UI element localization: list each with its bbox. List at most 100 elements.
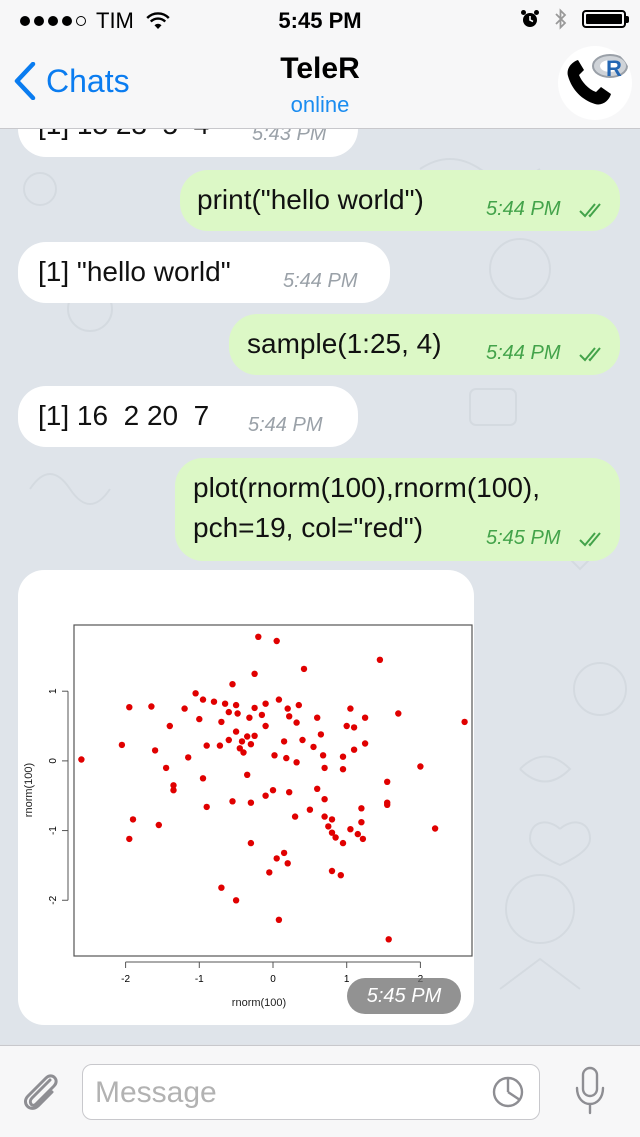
microphone-icon[interactable] <box>574 1066 606 1116</box>
chat-title[interactable]: TeleR <box>0 52 640 86</box>
scatter-point <box>385 936 392 943</box>
scatter-point <box>251 704 258 712</box>
chat-header: Chats TeleR online R <box>0 40 640 129</box>
outgoing-message[interactable]: print("hello world") 5:44 PM <box>180 170 620 231</box>
scatter-point <box>310 743 317 751</box>
scatter-point <box>295 701 302 709</box>
message-composer <box>0 1045 640 1137</box>
scatter-point <box>229 681 236 688</box>
chat-status: online <box>290 92 350 117</box>
scatter-point <box>232 728 240 735</box>
scatter-point <box>350 724 358 731</box>
message-field[interactable] <box>82 1064 540 1121</box>
y-axis-label: rnorm(100) <box>23 763 35 817</box>
scatter-point <box>350 746 358 753</box>
scatter-point <box>395 710 402 717</box>
scatter-point <box>225 736 232 744</box>
scatter-point <box>321 764 328 772</box>
sticker-icon[interactable] <box>491 1075 525 1109</box>
scatter-point <box>283 754 290 762</box>
scatter-point <box>78 756 85 763</box>
scatter-point <box>291 813 299 820</box>
scatter-point <box>306 806 314 813</box>
scatter-point <box>343 722 350 730</box>
scatter-point <box>262 792 269 799</box>
message-input[interactable] <box>93 1065 487 1121</box>
scatter-point <box>359 835 367 843</box>
scatter-point <box>221 700 229 707</box>
message-time: 5:44 PM <box>486 198 561 220</box>
scatter-point <box>225 708 232 716</box>
scatter-point <box>162 764 170 772</box>
scatter-point <box>376 656 384 663</box>
scatter-point <box>185 754 192 761</box>
y-tick-label: 1 <box>48 688 59 694</box>
x-tick-label: -2 <box>121 974 130 985</box>
scatter-point <box>275 696 283 703</box>
scatter-point <box>339 753 347 760</box>
scatter-point <box>319 752 327 759</box>
scatter-point <box>166 722 173 730</box>
double-check-icon <box>579 347 601 362</box>
scatter-point <box>284 705 291 712</box>
outgoing-message[interactable]: sample(1:25, 4) 5:44 PM <box>229 314 620 375</box>
r-phone-logo-icon[interactable]: R <box>558 46 632 120</box>
scatter-plot-image: -2-1012 -2-101 rnorm(100) rnorm(100) <box>23 624 473 1009</box>
scatter-point <box>280 738 288 745</box>
x-tick-label: -1 <box>195 974 204 985</box>
incoming-message[interactable]: [1] "hello world" 5:44 PM <box>18 242 390 303</box>
scatter-point <box>321 813 328 820</box>
scatter-point <box>258 711 266 719</box>
scatter-point <box>328 816 336 823</box>
incoming-message[interactable]: [1] 16 2 20 7 5:44 PM <box>18 386 358 447</box>
scatter-point <box>129 816 137 823</box>
scatter-point <box>271 752 278 759</box>
scatter-point <box>347 826 354 833</box>
scatter-point <box>332 834 339 841</box>
scatter-point <box>246 714 253 721</box>
image-message[interactable]: -2-1012 -2-101 rnorm(100) rnorm(100) 5:4… <box>18 570 474 1025</box>
outgoing-message[interactable]: plot(rnorm(100),rnorm(100), pch=19, col=… <box>175 458 620 561</box>
scatter-point <box>286 713 293 720</box>
scatter-point <box>216 742 224 749</box>
scatter-point <box>314 714 321 721</box>
scatter-point <box>347 705 354 712</box>
message-text-line2: pch=19, col="red") <box>193 512 424 543</box>
x-axis-label: rnorm(100) <box>232 997 286 1009</box>
incoming-message[interactable]: [1] 13 23 5 4 5:43 PM <box>18 129 358 157</box>
scatter-point <box>203 742 210 749</box>
scatter-point <box>238 738 246 745</box>
scatter-point <box>384 778 391 785</box>
message-text: print("hello world") <box>197 184 424 215</box>
scatter-point <box>255 633 262 640</box>
scatter-point <box>196 715 203 723</box>
battery-icon <box>582 10 629 28</box>
paperclip-icon[interactable] <box>18 1066 62 1116</box>
scatter-point <box>232 897 240 904</box>
scatter-point <box>337 872 344 879</box>
scatter-point <box>431 825 439 832</box>
scatter-point <box>461 718 468 726</box>
double-check-icon <box>579 532 601 547</box>
scatter-point <box>384 801 391 808</box>
scatter-point <box>273 637 280 645</box>
scatter-point <box>284 860 291 867</box>
y-tick-label: -2 <box>48 895 59 904</box>
y-tick-label: -1 <box>48 826 59 835</box>
status-right-icons <box>520 8 629 30</box>
scatter-point <box>203 803 210 811</box>
scatter-point <box>314 785 321 792</box>
scatter-point <box>293 719 300 726</box>
scatter-point <box>339 766 347 773</box>
alarm-icon <box>521 10 539 27</box>
scatter-point <box>266 869 273 876</box>
scatter-point <box>275 916 283 923</box>
scatter-point <box>325 823 332 830</box>
scatter-point <box>118 741 126 749</box>
scatter-point <box>354 830 361 838</box>
scatter-point <box>317 731 325 738</box>
message-list[interactable]: [1] 13 23 5 4 5:43 PM print("hello world… <box>0 129 640 1044</box>
scatter-point <box>234 710 241 717</box>
double-check-icon <box>579 203 601 218</box>
scatter-point <box>229 798 236 805</box>
